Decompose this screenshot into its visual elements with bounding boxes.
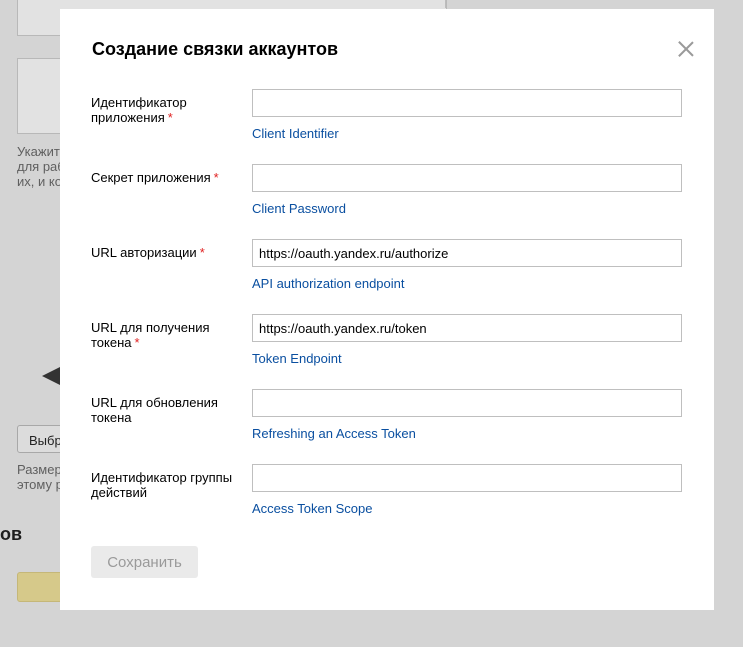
background-hint-line-1: Укажит: [17, 144, 60, 159]
required-marker: *: [199, 245, 205, 260]
scope-hint-link[interactable]: Access Token Scope: [252, 501, 372, 516]
background-hint-line-3: их, и ко: [17, 174, 62, 189]
close-icon[interactable]: [676, 39, 696, 59]
scope-input[interactable]: [252, 464, 682, 492]
refresh-url-input[interactable]: [252, 389, 682, 417]
field-label: Идентификатор группы действий: [91, 470, 233, 500]
field-label: Секрет приложения *: [91, 170, 219, 185]
save-button[interactable]: Сохранить: [91, 546, 198, 578]
background-image-shape: [42, 366, 62, 386]
background-section-heading: ов: [0, 524, 23, 544]
token-url-hint-link[interactable]: Token Endpoint: [252, 351, 342, 366]
client-secret-input[interactable]: [252, 164, 682, 192]
account-link-modal: Создание связки аккаунтов Идентификатор …: [60, 9, 714, 610]
background-divider: [445, 0, 446, 8]
field-row-auth-url: URL авторизации* API authorization endpo…: [91, 239, 691, 309]
client-secret-hint-link[interactable]: Client Password: [252, 201, 346, 216]
field-row-token-url: URL для получения токена* Token Endpoint: [91, 314, 691, 384]
field-label: URL для получения токена *: [91, 320, 210, 350]
field-row-client-secret: Секрет приложения * Client Password: [91, 164, 691, 234]
required-marker: *: [213, 170, 219, 185]
auth-url-input[interactable]: [252, 239, 682, 267]
background-hint-line-2: для раб: [17, 159, 65, 174]
client-id-hint-link[interactable]: Client Identifier: [252, 126, 339, 141]
field-row-scope: Идентификатор группы действий Access Tok…: [91, 464, 691, 534]
client-id-input[interactable]: [252, 89, 682, 117]
field-row-refresh-url: URL для обновления токена Refreshing an …: [91, 389, 691, 459]
required-marker: *: [167, 110, 173, 125]
required-marker: *: [134, 335, 140, 350]
token-url-input[interactable]: [252, 314, 682, 342]
field-label: Идентификатор приложения *: [91, 95, 187, 125]
background-size-line-1: Размер: [17, 462, 62, 477]
modal-title: Создание связки аккаунтов: [92, 39, 339, 59]
field-row-client-id: Идентификатор приложения * Client Identif…: [91, 89, 691, 159]
refresh-url-hint-link[interactable]: Refreshing an Access Token: [252, 426, 416, 441]
auth-url-hint-link[interactable]: API authorization endpoint: [252, 276, 405, 291]
field-label: URL авторизации *: [91, 245, 205, 260]
background-size-line-2: этому р: [17, 477, 63, 492]
field-label: URL для обновления токена: [91, 395, 218, 425]
